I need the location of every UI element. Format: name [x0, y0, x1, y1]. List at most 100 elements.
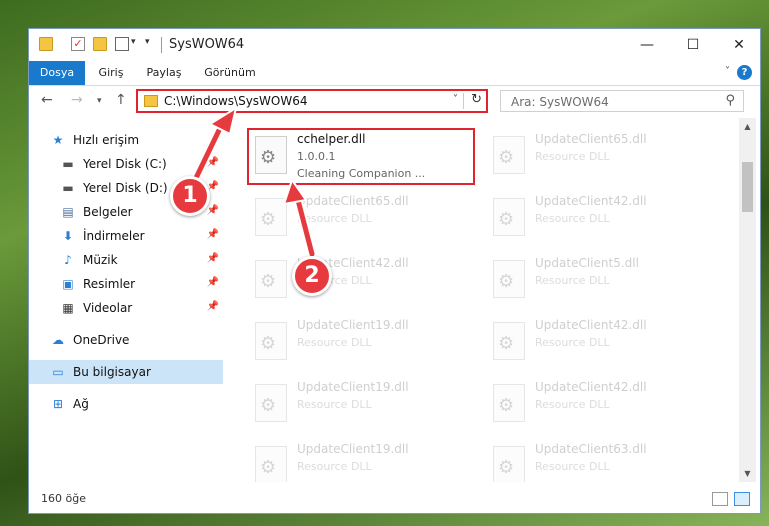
file-item[interactable]: ⚙ UpdateClient5.dll Resource DLL — [485, 250, 713, 312]
tab-share[interactable]: Paylaş — [139, 61, 189, 85]
item-count: 160 öğe — [41, 492, 86, 505]
pin-icon[interactable]: 📌 — [207, 157, 219, 168]
file-name: UpdateClient65.dll — [535, 132, 647, 146]
refresh-icon[interactable]: ↻ — [471, 92, 482, 107]
maximize-button[interactable]: ☐ — [670, 29, 716, 61]
sidebar-item-label: Resimler — [83, 277, 136, 291]
new-folder-icon[interactable] — [93, 37, 107, 51]
sidebar-item-downloads[interactable]: ⬇ İndirmeler 📌 — [29, 224, 223, 248]
up-icon[interactable]: ↑ — [115, 92, 127, 108]
scroll-up-icon[interactable]: ▲ — [739, 118, 756, 135]
sidebar-item-onedrive[interactable]: ☁ OneDrive — [29, 328, 223, 352]
dll-file-icon: ⚙ — [255, 446, 287, 482]
highlight-box — [247, 128, 475, 185]
file-name: UpdateClient5.dll — [535, 256, 639, 270]
close-button[interactable]: ✕ — [716, 29, 760, 61]
pin-icon[interactable]: 📌 — [207, 277, 219, 288]
step-1-badge: 1 — [170, 176, 210, 216]
file-item[interactable]: ⚙ UpdateClient19.dll Resource DLL — [247, 374, 475, 436]
sidebar-item-label: Hızlı erişim — [73, 133, 140, 147]
address-path[interactable]: C:\Windows\SysWOW64 — [164, 94, 308, 108]
scrollbar-thumb[interactable] — [742, 162, 753, 212]
sidebar-item-videos[interactable]: ▦ Videolar 📌 — [29, 296, 223, 320]
sidebar-item-quick-access[interactable]: ★ Hızlı erişim — [29, 128, 223, 152]
tab-view[interactable]: Görünüm — [197, 61, 263, 85]
file-item[interactable]: ⚙ UpdateClient42.dll Resource DLL — [247, 250, 475, 312]
file-item[interactable]: ⚙ UpdateClient42.dll Resource DLL — [485, 188, 713, 250]
recent-locations-icon[interactable]: ▾ — [97, 96, 102, 106]
file-item[interactable]: ⚙ UpdateClient65.dll Resource DLL — [485, 126, 713, 188]
title-divider — [161, 37, 162, 53]
navigation-bar: ← → ▾ ↑ C:\Windows\SysWOW64 ˅ ↻ ⚲ — [29, 86, 760, 118]
sidebar-item-music[interactable]: ♪ Müzik 📌 — [29, 248, 223, 272]
file-name: UpdateClient63.dll — [535, 442, 647, 456]
quick-access-customize-icon[interactable] — [115, 37, 129, 51]
tab-home[interactable]: Giriş — [91, 61, 131, 85]
file-item[interactable]: ⚙ UpdateClient19.dll Resource DLL — [247, 312, 475, 374]
documents-icon: ▤ — [62, 205, 74, 219]
explorer-window: ✓ ▾ ▾ SysWOW64 — ☐ ✕ Dosya Giriş Paylaş … — [28, 28, 761, 514]
search-input[interactable] — [509, 92, 713, 112]
tab-file[interactable]: Dosya — [29, 61, 85, 85]
computer-icon: ▭ — [52, 365, 64, 379]
details-view-icon[interactable] — [712, 492, 728, 506]
tiles-view-icon[interactable] — [734, 492, 750, 506]
file-item[interactable]: ⚙ UpdateClient42.dll Resource DLL — [485, 312, 713, 374]
dll-file-icon: ⚙ — [493, 198, 525, 236]
file-type: Resource DLL — [297, 398, 372, 411]
file-item[interactable]: ⚙ UpdateClient42.dll Resource DLL — [485, 374, 713, 436]
music-icon: ♪ — [64, 253, 72, 267]
pin-icon[interactable]: 📌 — [207, 301, 219, 312]
sidebar-item-label: Yerel Disk (D:) — [83, 181, 168, 195]
search-icon[interactable]: ⚲ — [725, 93, 735, 108]
forward-icon[interactable]: → — [71, 92, 83, 108]
navigation-pane: ★ Hızlı erişim ▬ Yerel Disk (C:) 📌 ▬ Yer… — [29, 118, 223, 482]
sidebar-item-label: Bu bilgisayar — [73, 365, 151, 379]
file-item[interactable]: ⚙ UpdateClient65.dll Resource DLL — [247, 188, 475, 250]
file-name: UpdateClient42.dll — [535, 380, 647, 394]
pin-icon[interactable]: 📌 — [207, 205, 219, 216]
address-history-icon[interactable]: ˅ — [453, 94, 458, 105]
quick-access-menu-icon[interactable]: ▾ — [145, 37, 150, 47]
file-name: UpdateClient19.dll — [297, 380, 409, 394]
file-type: Resource DLL — [535, 398, 610, 411]
gear-icon: ⚙ — [498, 147, 515, 168]
file-item[interactable]: ⚙ UpdateClient19.dll Resource DLL — [247, 436, 475, 482]
pin-icon[interactable]: 📌 — [207, 253, 219, 264]
status-bar: 160 öğe — [29, 487, 760, 513]
minimize-button[interactable]: — — [624, 29, 670, 61]
properties-check-icon[interactable]: ✓ — [71, 37, 85, 51]
chevron-down-icon[interactable]: ▾ — [131, 37, 136, 47]
sidebar-item-label: İndirmeler — [83, 229, 145, 243]
cloud-icon: ☁ — [52, 333, 64, 347]
file-type: Resource DLL — [535, 460, 610, 473]
sidebar-item-pictures[interactable]: ▣ Resimler 📌 — [29, 272, 223, 296]
vertical-scrollbar[interactable]: ▲ ▼ — [739, 118, 756, 482]
file-item[interactable]: ⚙ UpdateClient63.dll Resource DLL — [485, 436, 713, 482]
file-type: Resource DLL — [297, 336, 372, 349]
pin-icon[interactable]: 📌 — [207, 229, 219, 240]
file-type: Resource DLL — [535, 150, 610, 163]
star-icon: ★ — [52, 133, 64, 147]
address-bar[interactable]: C:\Windows\SysWOW64 ˅ ↻ — [136, 89, 488, 113]
file-name: UpdateClient42.dll — [535, 194, 647, 208]
file-name: UpdateClient19.dll — [297, 442, 409, 456]
scroll-down-icon[interactable]: ▼ — [739, 465, 756, 482]
sidebar-item-this-pc[interactable]: ▭ Bu bilgisayar — [29, 360, 223, 384]
gear-icon: ⚙ — [498, 271, 515, 292]
sidebar-item-local-disk-c[interactable]: ▬ Yerel Disk (C:) 📌 — [29, 152, 223, 176]
gear-icon: ⚙ — [260, 271, 277, 292]
file-name: UpdateClient42.dll — [535, 318, 647, 332]
window-title: SysWOW64 — [169, 37, 245, 52]
search-box[interactable]: ⚲ — [500, 90, 744, 112]
folder-icon — [39, 37, 53, 51]
ribbon-expand-icon[interactable]: ˅ — [725, 66, 730, 77]
back-icon[interactable]: ← — [41, 92, 53, 108]
gear-icon: ⚙ — [260, 395, 277, 416]
sidebar-item-network[interactable]: ⊞ Ağ — [29, 392, 223, 416]
help-icon[interactable]: ? — [737, 65, 752, 80]
gear-icon: ⚙ — [260, 333, 277, 354]
ribbon-tabs: Dosya Giriş Paylaş Görünüm ˅ ? — [29, 61, 760, 86]
gear-icon: ⚙ — [498, 457, 515, 478]
dll-file-icon: ⚙ — [493, 384, 525, 422]
